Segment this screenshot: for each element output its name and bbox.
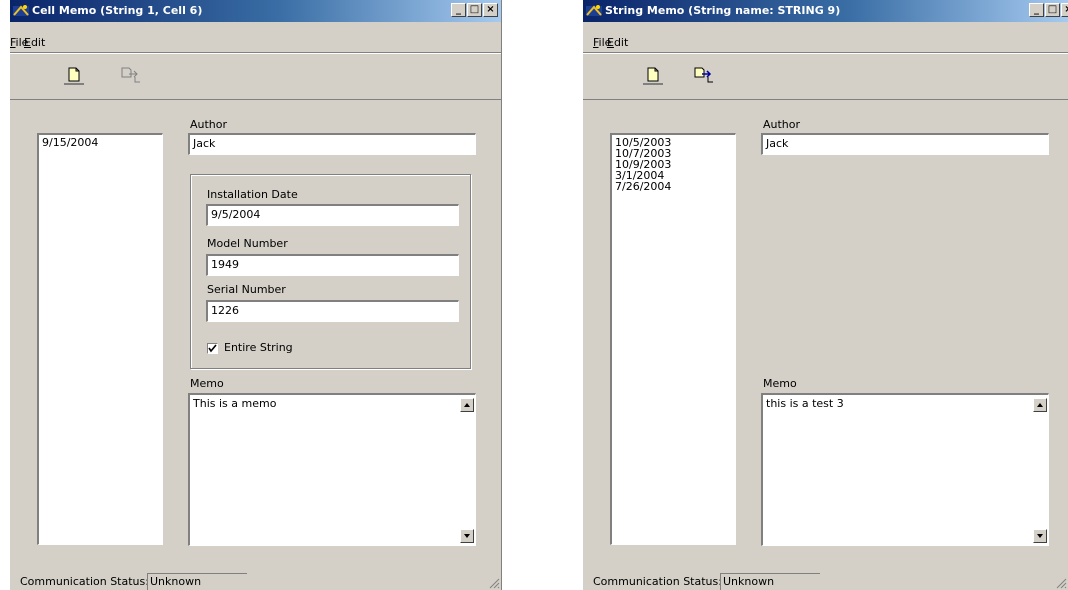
up-arrow-icon [1037,403,1043,407]
entire-string-label: Entire String [224,341,293,354]
menu-bar: File Edit [10,36,501,52]
resize-grip-icon[interactable] [488,577,500,589]
installation-date-field[interactable]: 9/5/2004 [206,204,459,226]
save-button[interactable] [120,65,140,85]
title-bar[interactable]: String Memo (String name: STRING 9) _ □ … [583,0,1068,22]
list-item[interactable]: 9/15/2004 [39,137,162,148]
down-arrow-icon [1037,534,1043,538]
save-button[interactable] [693,65,713,85]
author-field[interactable]: Jack [761,133,1049,155]
date-list[interactable]: 9/15/2004 [37,133,163,545]
memo-value: this is a test 3 [766,397,844,410]
window-title: Cell Memo (String 1, Cell 6) [32,4,203,17]
cell-memo-window: Cell Memo (String 1, Cell 6) _ □ × File … [10,0,502,590]
installation-groupbox: Installation Date 9/5/2004 Model Number … [190,174,471,369]
status-bar: Communication Status: Unknown [583,572,1068,590]
up-arrow-icon [464,403,470,407]
memo-scrollbar[interactable] [1032,395,1048,545]
new-document-icon [64,67,84,85]
status-label: Communication Status: [593,575,722,588]
memo-scrollbar[interactable] [459,395,475,545]
minimize-button[interactable]: _ [1029,3,1044,17]
date-list-items: 9/15/2004 [39,135,162,148]
list-item[interactable]: 7/26/2004 [612,181,735,192]
menu-edit[interactable]: Edit [607,36,628,49]
app-icon [13,5,29,16]
minimize-button[interactable]: _ [451,3,466,17]
author-label: Author [190,118,228,131]
author-value: Jack [193,137,216,150]
maximize-button[interactable]: □ [1045,3,1060,17]
status-value: Unknown [147,573,247,590]
resize-grip-icon[interactable] [1055,577,1067,589]
menu-bar: File Edit [583,36,1068,52]
memo-textarea[interactable]: this is a test 3 [761,393,1049,546]
status-value: Unknown [720,573,820,590]
new-document-icon [643,67,663,85]
toolbar [583,52,1068,100]
scroll-down-button[interactable] [460,529,474,543]
scroll-down-button[interactable] [1033,529,1047,543]
model-number-value: 1949 [211,258,239,271]
status-label: Communication Status: [20,575,149,588]
string-memo-window: String Memo (String name: STRING 9) _ □ … [583,0,1068,590]
new-button[interactable] [64,65,84,85]
scroll-up-button[interactable] [460,398,474,412]
serial-number-label: Serial Number [207,283,286,296]
installation-date-value: 9/5/2004 [211,208,261,221]
window-title: String Memo (String name: STRING 9) [605,4,841,17]
scroll-up-button[interactable] [1033,398,1047,412]
model-number-label: Model Number [207,237,288,250]
app-icon [586,5,602,16]
installation-date-label: Installation Date [207,188,298,201]
title-bar[interactable]: Cell Memo (String 1, Cell 6) _ □ × [10,0,501,22]
model-number-field[interactable]: 1949 [206,254,459,276]
memo-label: Memo [190,377,224,390]
author-value: Jack [766,137,789,150]
maximize-button[interactable]: □ [467,3,482,17]
memo-label: Memo [763,377,797,390]
date-list-items: 10/5/2003 10/7/2003 10/9/2003 3/1/2004 7/26/… [612,135,735,192]
checkmark-icon [208,344,217,353]
close-button[interactable]: × [483,3,498,17]
down-arrow-icon [464,534,470,538]
menu-edit[interactable]: Edit [24,36,45,49]
close-button[interactable]: × [1061,3,1068,17]
toolbar [10,52,501,100]
author-field[interactable]: Jack [188,133,476,155]
save-document-icon [121,67,140,83]
serial-number-field[interactable]: 1226 [206,300,459,322]
serial-number-value: 1226 [211,304,239,317]
author-label: Author [763,118,801,131]
memo-value: This is a memo [193,397,277,410]
entire-string-checkbox[interactable] [207,343,218,354]
new-button[interactable] [643,65,663,85]
date-list[interactable]: 10/5/2003 10/7/2003 10/9/2003 3/1/2004 7/26/… [610,133,736,545]
memo-textarea[interactable]: This is a memo [188,393,476,546]
status-bar: Communication Status: Unknown [10,572,501,590]
save-document-icon [694,67,713,83]
